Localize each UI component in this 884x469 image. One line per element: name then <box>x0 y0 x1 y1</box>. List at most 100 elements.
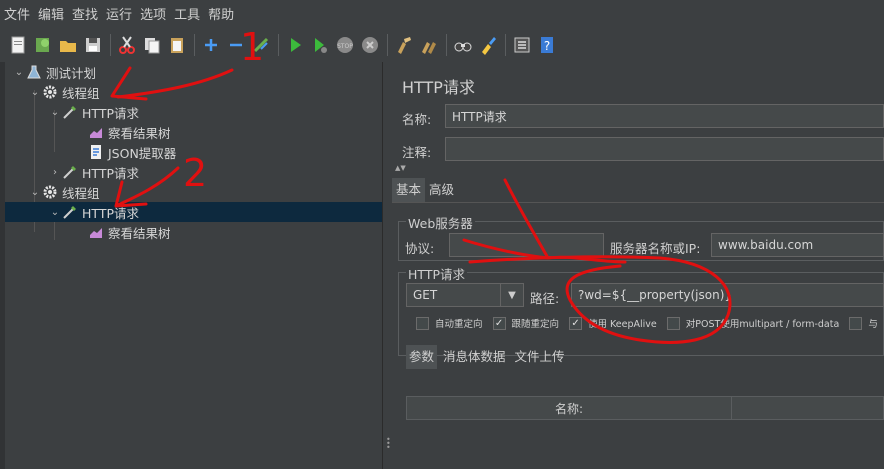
request-options: 自动重定向 ✓ 跟随重定向 ✓ 使用 KeepAlive 对POST使用multip… <box>416 316 884 330</box>
tree-node[interactable]: ⌄ HTTP请求 <box>5 102 382 122</box>
templates-icon[interactable] <box>31 33 55 57</box>
toggle-icon[interactable] <box>249 33 273 57</box>
chevron-down-icon[interactable]: ⌄ <box>49 207 61 218</box>
menu-file[interactable]: 文件 <box>0 0 34 30</box>
tree-node[interactable]: ⌄ 线程组 <box>5 82 382 102</box>
chevron-down-icon[interactable]: ⌄ <box>13 67 25 78</box>
tree-node[interactable]: JSON提取器 <box>5 142 382 162</box>
tree-node[interactable]: › HTTP请求 <box>5 162 382 182</box>
keepalive-checkbox[interactable]: ✓ 使用 KeepAlive <box>569 316 657 330</box>
tab-body-data[interactable]: 消息体数据 <box>440 345 509 369</box>
menu-bar: 文件 编辑 查找 运行 选项 工具 帮助 <box>0 0 884 30</box>
tree-node-label: 线程组 <box>62 185 100 201</box>
menu-edit[interactable]: 编辑 <box>34 0 68 30</box>
tree-node-label: 察看结果树 <box>108 125 171 141</box>
path-field[interactable]: ?wd=${__property(json)} <box>571 283 884 307</box>
start-no-pause-icon[interactable] <box>308 33 332 57</box>
request-body-tabs: 参数 消息体数据 文件上传 <box>406 345 571 369</box>
method-select[interactable]: GET ▼ <box>406 283 524 307</box>
tree-node-label: HTTP请求 <box>82 165 139 181</box>
comment-label: 注释: <box>402 145 432 160</box>
settings-tabs: 基本 高级 <box>392 178 458 202</box>
save-icon[interactable] <box>81 33 105 57</box>
method-value: GET <box>413 288 438 302</box>
pipette-icon <box>61 163 79 181</box>
tab-basic[interactable]: 基本 <box>392 178 426 202</box>
parameters-table-header: 名称: <box>406 396 884 420</box>
chevron-down-icon[interactable]: ⌄ <box>29 187 41 198</box>
column-name-header[interactable]: 名称: <box>407 397 732 419</box>
server-label: 服务器名称或IP: <box>610 241 701 256</box>
http-request-panel: HTTP请求 名称: HTTP请求 注释: ▲▼ 基本 高级 Web服务器 协议… <box>392 62 884 469</box>
chart-icon <box>87 223 105 241</box>
redirect-auto-checkbox[interactable]: 自动重定向 <box>416 316 483 330</box>
start-icon[interactable] <box>283 33 307 57</box>
tree-node[interactable]: ⌄ 线程组 <box>5 182 382 202</box>
chevron-right-icon[interactable]: › <box>49 167 61 178</box>
comment-field[interactable] <box>445 137 884 161</box>
chevron-down-icon[interactable]: ▼ <box>500 284 523 306</box>
http-request-title: HTTP请求 <box>406 264 467 283</box>
checkbox-box[interactable] <box>849 316 863 330</box>
tree-node-label: 测试计划 <box>46 65 97 81</box>
menu-run[interactable]: 运行 <box>102 0 136 30</box>
pipette-icon <box>61 203 79 221</box>
search-icon[interactable] <box>451 33 475 57</box>
follow-redirects-checkbox[interactable]: ✓ 跟随重定向 <box>492 316 559 330</box>
tab-advanced[interactable]: 高级 <box>425 178 458 202</box>
test-plan-tree: ⌄ 测试计划 ⌄ 线程组 ⌄ HTTP请求 察看结果树 JSON提取器 › HTTP请求 ⌄ 线程组 ⌄… <box>5 62 382 469</box>
check-icon[interactable]: ✓ <box>569 316 583 330</box>
name-label: 名称: <box>402 112 432 127</box>
check-icon[interactable]: ✓ <box>492 316 506 330</box>
checkbox-box[interactable] <box>666 316 680 330</box>
function-helper-icon[interactable] <box>510 33 534 57</box>
resize-arrows-icon[interactable]: ▲▼ <box>395 164 406 172</box>
tree-node[interactable]: 察看结果树 <box>5 122 382 142</box>
reset-search-icon[interactable] <box>476 33 500 57</box>
tree-node[interactable]: ⌄ HTTP请求 <box>5 202 382 222</box>
protocol-field[interactable] <box>449 233 604 257</box>
tab-parameters[interactable]: 参数 <box>406 345 438 369</box>
pipette-icon <box>61 103 79 121</box>
browser-compatible-checkbox[interactable]: 与 <box>849 316 878 330</box>
separator <box>194 34 195 56</box>
stop-icon[interactable]: STOP <box>333 33 357 57</box>
separator <box>110 34 111 56</box>
tree-node[interactable]: 察看结果树 <box>5 222 382 242</box>
copy-icon[interactable] <box>140 33 164 57</box>
document-icon <box>87 143 105 161</box>
tree-node-label: HTTP请求 <box>82 105 139 121</box>
collapse-icon[interactable] <box>224 33 248 57</box>
multipart-checkbox[interactable]: 对POST使用multipart / form-data <box>666 316 839 330</box>
tab-divider <box>392 202 884 203</box>
gear-icon <box>41 83 59 101</box>
separator <box>446 34 447 56</box>
cut-icon[interactable] <box>115 33 139 57</box>
page-title: HTTP请求 <box>402 78 475 97</box>
menu-tools[interactable]: 工具 <box>170 0 204 30</box>
open-icon[interactable] <box>56 33 80 57</box>
separator <box>505 34 506 56</box>
name-field[interactable]: HTTP请求 <box>445 104 884 128</box>
shutdown-icon[interactable] <box>358 33 382 57</box>
checkbox-box[interactable] <box>416 316 429 330</box>
help-icon[interactable]: ? <box>535 33 559 57</box>
clear-all-icon[interactable] <box>417 33 441 57</box>
protocol-label: 协议: <box>405 241 435 256</box>
chevron-down-icon[interactable]: ⌄ <box>49 107 61 118</box>
menu-search[interactable]: 查找 <box>68 0 102 30</box>
server-field[interactable]: www.baidu.com <box>711 233 884 257</box>
tab-file-upload[interactable]: 文件上传 <box>512 345 568 369</box>
new-icon[interactable] <box>6 33 30 57</box>
clear-icon[interactable] <box>392 33 416 57</box>
toolbar: STOP ? <box>0 30 884 60</box>
menu-options[interactable]: 选项 <box>136 0 170 30</box>
menu-help[interactable]: 帮助 <box>204 0 238 30</box>
test-plan-icon <box>25 63 43 81</box>
tree-node-label: HTTP请求 <box>82 205 139 221</box>
expand-icon[interactable] <box>199 33 223 57</box>
tree-node[interactable]: ⌄ 测试计划 <box>5 62 382 82</box>
paste-icon[interactable] <box>165 33 189 57</box>
chevron-down-icon[interactable]: ⌄ <box>29 87 41 98</box>
chart-icon <box>87 123 105 141</box>
